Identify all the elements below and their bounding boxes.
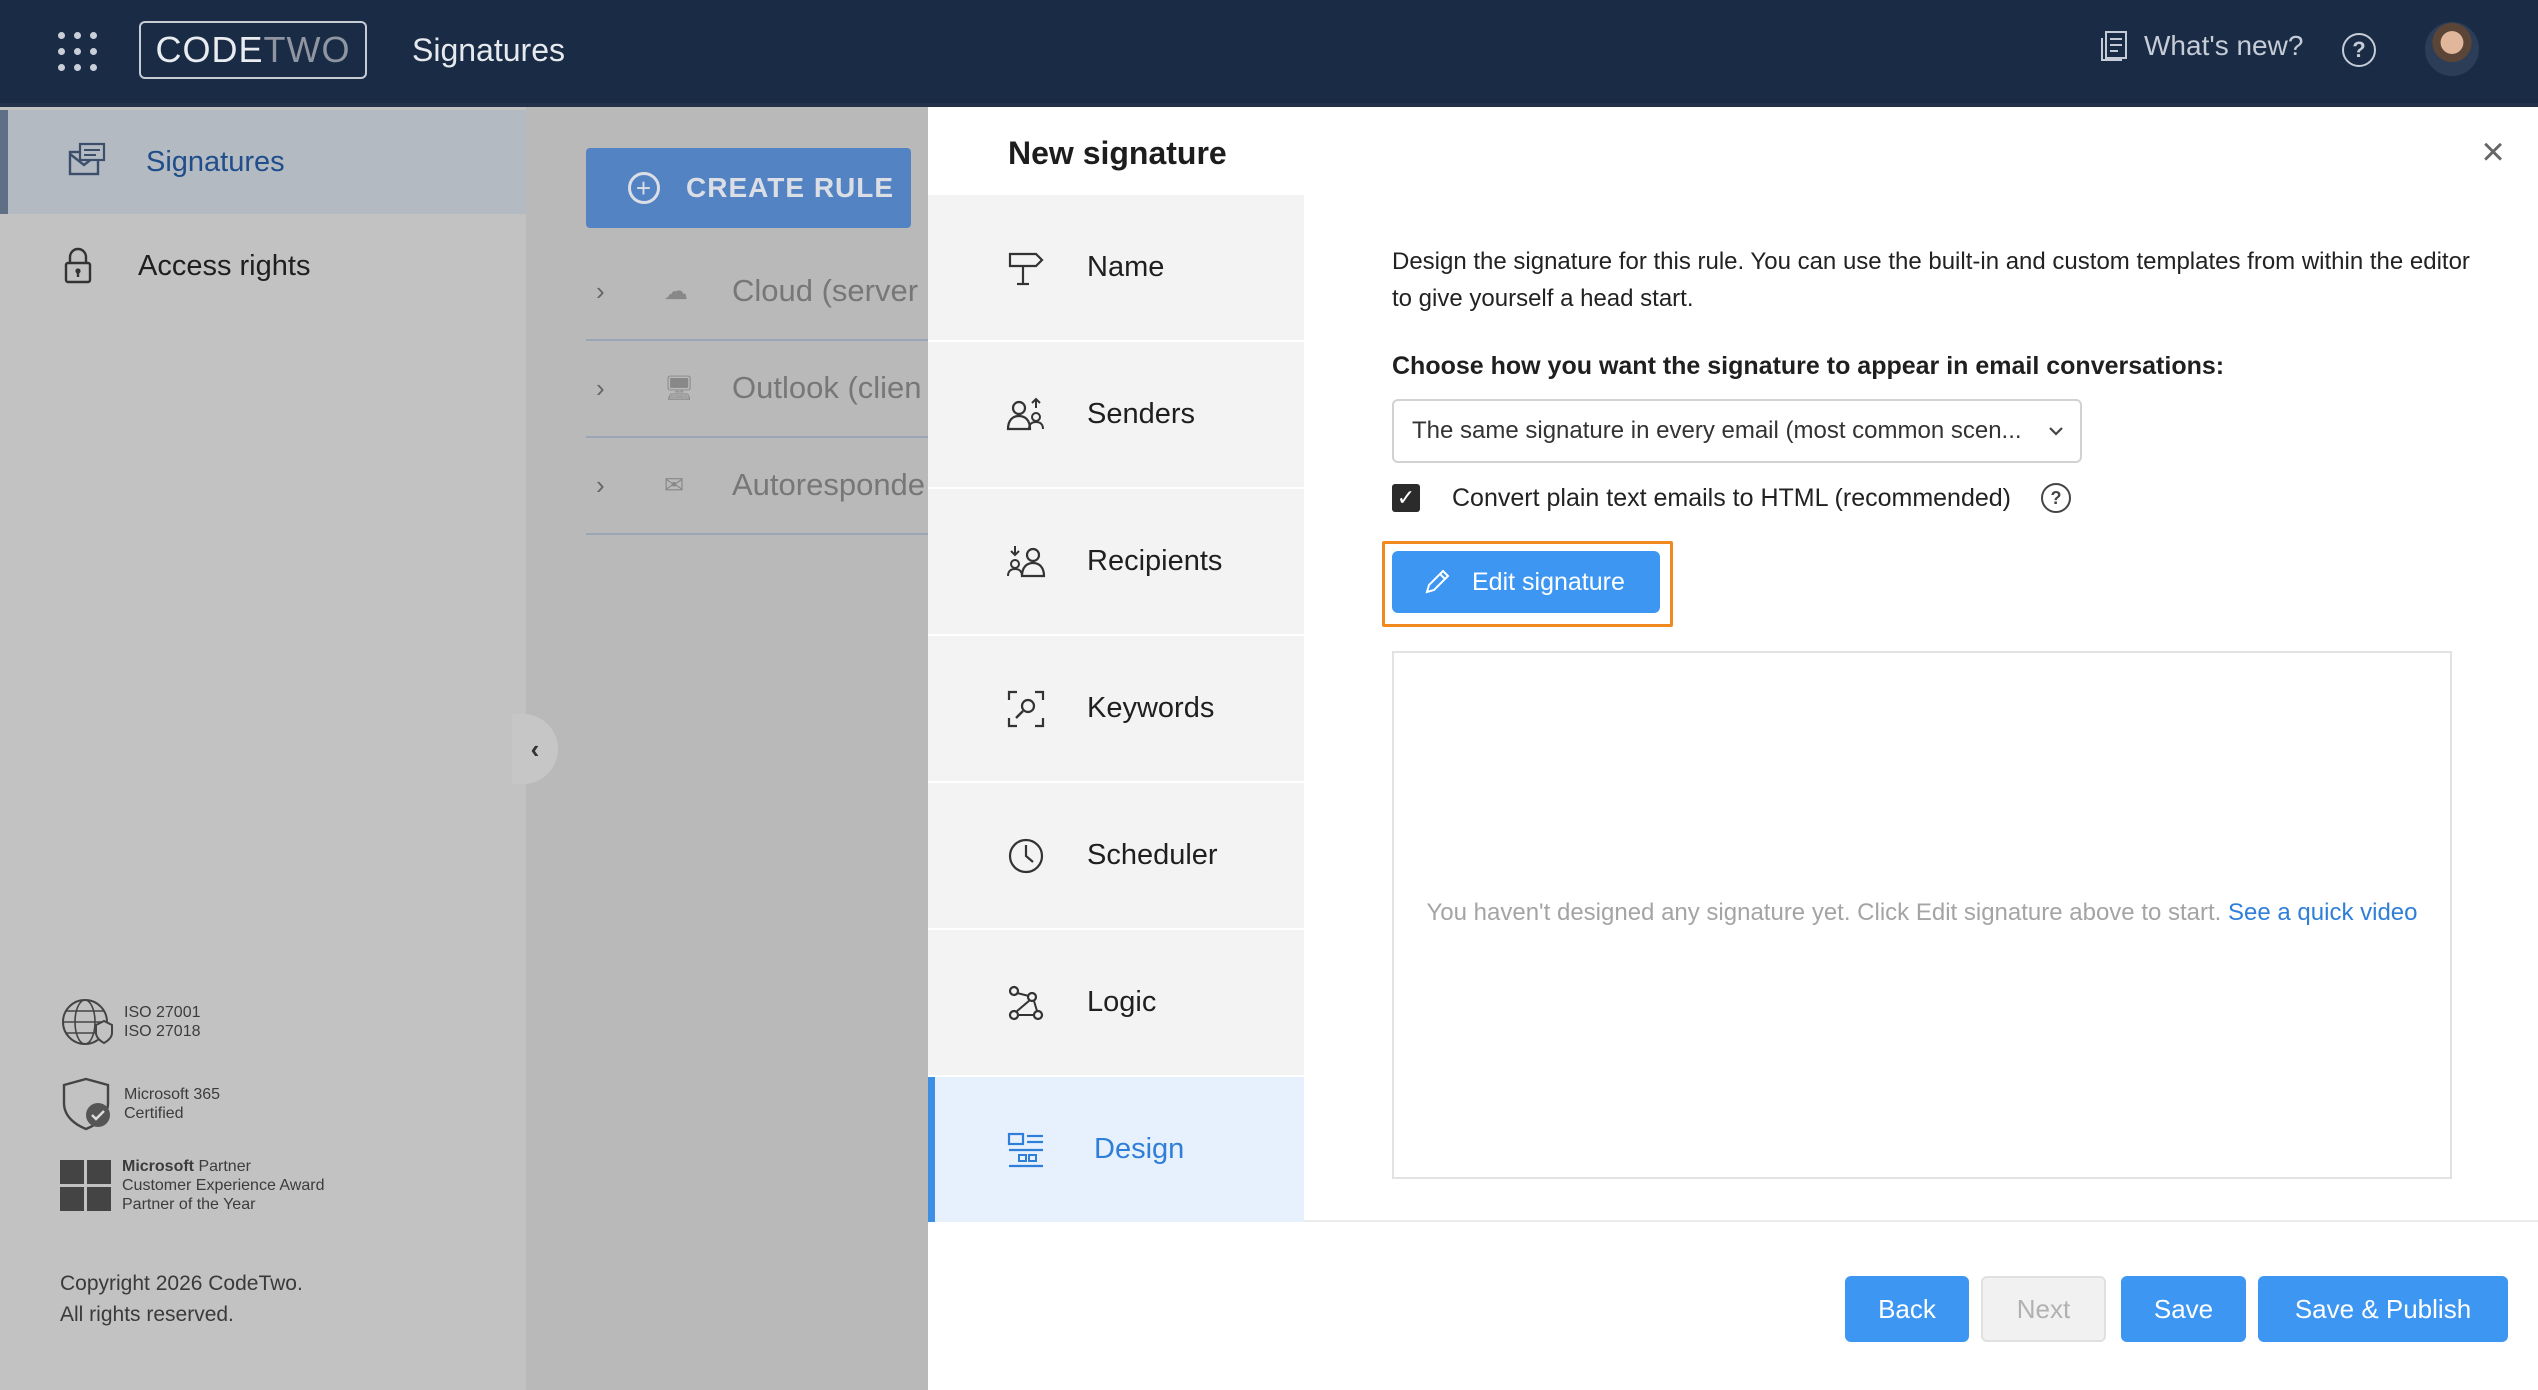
step-name[interactable]: Name [928,195,1304,340]
cloud-icon: ☁ [664,277,688,305]
design-icon [1007,1132,1043,1167]
logo-text-code: CODE [155,29,264,70]
nav-item-signatures[interactable]: Signatures [0,110,526,214]
partner-year-text: Partner of the Year [122,1196,256,1213]
footer-divider [1304,1220,2538,1222]
rule-group-cloud[interactable]: › ☁ Cloud (server [586,243,928,341]
conversation-mode-label: Choose how you want the signature to app… [1392,352,2225,380]
back-button[interactable]: Back [1845,1276,1969,1342]
app-launcher-icon[interactable] [58,32,98,72]
step-label: Name [1087,251,1165,283]
iso-27001-text: ISO 27001 [124,1004,201,1021]
partner-word: Partner [198,1158,251,1175]
app-title: Signatures [412,32,565,68]
step-label: Senders [1087,398,1196,430]
rule-group-label: Outlook (clien [732,370,922,405]
certified-text: Certified [124,1105,184,1122]
recipients-icon [1007,545,1046,577]
step-design[interactable]: Design [928,1077,1304,1222]
microsoft-word: Microsoft [122,1158,194,1175]
step-label: Recipients [1087,545,1223,577]
award-text: Customer Experience Award [122,1177,325,1194]
rule-group-outlook[interactable]: › 🖥 Outlook (clien [586,340,928,438]
chevron-down-icon [2049,427,2063,436]
design-description: Design the signature for this rule. You … [1392,248,2470,312]
design-step-content: Design the signature for this rule. You … [1304,195,2538,1221]
top-bar: CODE TWO Signatures What's new? ? [0,0,2538,103]
step-label: Keywords [1087,692,1215,724]
help-icon[interactable]: ? [2342,33,2376,67]
plus-circle-icon: + [628,172,660,204]
empty-preview-text: You haven't designed any signature yet. … [1426,899,2222,926]
clock-icon [1008,838,1044,873]
empty-preview-message: You haven't designed any signature yet. … [1394,899,2450,927]
left-navigation: Signatures Access rights ISO 27001 ISO 2… [0,107,526,1390]
step-logic[interactable]: Logic [928,930,1304,1075]
senders-icon [1006,397,1044,430]
chevron-right-icon: › [596,469,605,500]
dialog-title: New signature [1008,135,1227,171]
create-rule-button[interactable]: + CREATE RULE [586,148,911,228]
next-button[interactable]: Next [1981,1276,2106,1342]
step-scheduler[interactable]: Scheduler [928,783,1304,928]
signpost-icon [1008,252,1044,285]
partner-badge: Microsoft Partner Customer Experience Aw… [60,1157,324,1214]
keywords-icon [1007,690,1045,727]
m365-badge: Microsoft 365 Certified [60,1077,220,1131]
nav-item-label: Signatures [146,145,285,178]
user-avatar[interactable] [2425,22,2479,76]
step-senders[interactable]: Senders [928,342,1304,487]
nav-item-label: Access rights [138,249,311,282]
create-rule-label: CREATE RULE [686,172,895,203]
copyright-line-2: All rights reserved. [60,1303,234,1326]
nav-item-access-rights[interactable]: Access rights [0,214,526,318]
convert-html-label: Convert plain text emails to HTML (recom… [1452,483,2011,512]
news-icon [2101,31,2127,61]
save-button[interactable]: Save [2121,1276,2246,1342]
step-label: Logic [1087,986,1157,1018]
rule-group-label: Cloud (server [732,273,919,308]
codetwo-logo[interactable]: CODE TWO [139,21,367,79]
step-label: Design [1094,1133,1185,1165]
mail-reply-icon: ✉ [664,471,685,499]
chevron-left-icon: ‹ [530,733,540,764]
envelope-signature-icon [68,142,106,176]
globe-shield-icon [62,999,113,1045]
microsoft-logo-icon [60,1159,111,1211]
logo-text-two: TWO [263,29,351,70]
save-publish-button[interactable]: Save & Publish [2258,1276,2508,1342]
close-icon[interactable]: × [2473,132,2513,172]
iso-badge: ISO 27001 ISO 27018 [60,995,201,1049]
new-signature-dialog: New signature × Name Senders Recipients … [928,107,2538,1390]
signature-preview: You haven't designed any signature yet. … [1392,651,2452,1179]
help-icon[interactable]: ? [2041,483,2071,513]
edit-signature-button[interactable]: Edit signature [1392,551,1660,613]
convert-html-row: ✓ Convert plain text emails to HTML (rec… [1392,478,2071,518]
microsoft-partner-text: Microsoft Partner [122,1157,324,1176]
lock-icon [64,247,92,284]
conversation-mode-select[interactable]: The same signature in every email (most … [1392,399,2082,463]
step-label: Scheduler [1087,839,1218,871]
step-keywords[interactable]: Keywords [928,636,1304,781]
copyright-line-1: Copyright 2026 CodeTwo. [60,1272,303,1295]
certified-shield-icon [62,1077,110,1131]
quick-video-link[interactable]: See a quick video [2228,899,2417,926]
iso-27018-text: ISO 27018 [124,1023,201,1040]
step-recipients[interactable]: Recipients [928,489,1304,634]
chevron-right-icon: › [596,372,605,403]
pencil-icon [1425,569,1450,594]
chevron-right-icon: › [596,275,605,306]
whats-new-label: What's new? [2144,30,2304,61]
edit-signature-label: Edit signature [1472,567,1625,596]
convert-html-checkbox[interactable]: ✓ [1392,484,1420,512]
rule-group-label: Autoresponde [732,467,926,502]
rule-group-autoresponder[interactable]: › ✉ Autoresponde [586,437,928,535]
monitor-icon: 🖥 [664,374,695,402]
wizard-steps: Name Senders Recipients Keywords Schedul… [928,195,1304,1222]
copyright: Copyright 2026 CodeTwo. All rights reser… [60,1268,303,1330]
m365-text: Microsoft 365 [124,1086,221,1103]
logic-icon [1008,985,1044,1020]
whats-new-link[interactable]: What's new? [2100,30,2303,62]
select-value: The same signature in every email (most … [1412,417,2022,444]
